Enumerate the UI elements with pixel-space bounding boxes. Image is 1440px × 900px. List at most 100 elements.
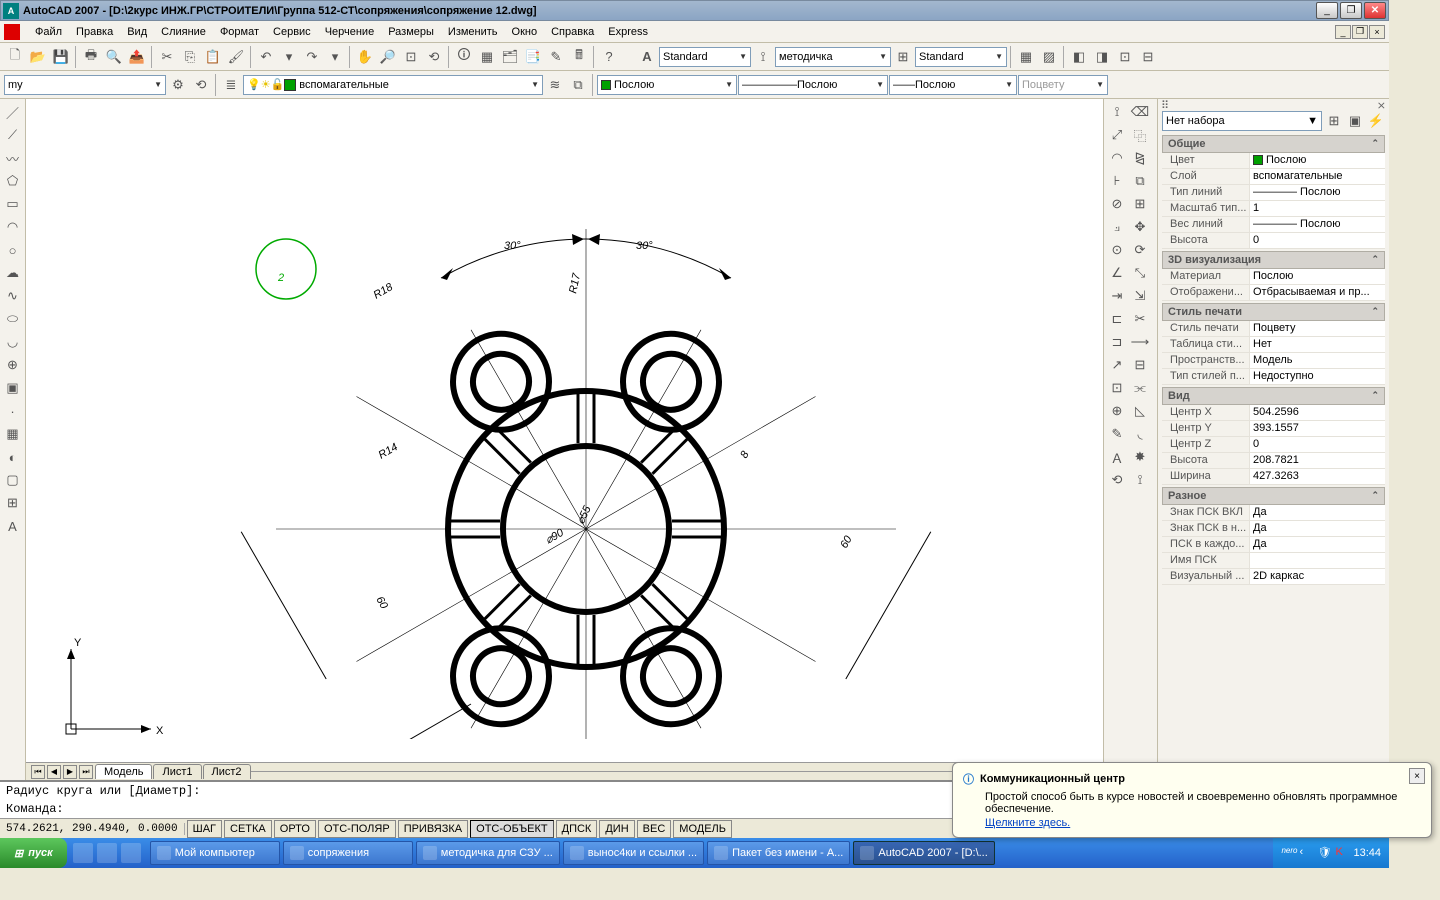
- tpalette-icon[interactable]: 🗂: [499, 46, 521, 68]
- maximize-button[interactable]: ❐: [1340, 2, 1362, 19]
- redo-dd-icon[interactable]: ▾: [324, 46, 346, 68]
- drawing-canvas[interactable]: 30° 30° R18 R17 R14 ⌀90 ⌀55 60 60 8 ⌀20 …: [26, 99, 1103, 762]
- ql-desktop-icon[interactable]: [73, 843, 93, 863]
- prop-row[interactable]: Масштаб тип...1: [1162, 201, 1385, 217]
- tray-nero-icon[interactable]: nero: [1281, 846, 1295, 860]
- layerprev-icon[interactable]: ⟲: [190, 74, 212, 96]
- dimtedit-icon[interactable]: Ａ: [1106, 446, 1128, 468]
- ql-media-icon[interactable]: [121, 843, 141, 863]
- copy-mod-icon[interactable]: ⿻: [1129, 124, 1151, 146]
- selection-combo[interactable]: Нет набора▼: [1162, 111, 1322, 131]
- dimstyle-icon[interactable]: ⟟: [752, 46, 774, 68]
- zoom-win-icon[interactable]: ⊡: [400, 46, 422, 68]
- undo-icon[interactable]: ↶: [255, 46, 277, 68]
- table-icon[interactable]: ⊞: [2, 492, 24, 514]
- dimalign-icon[interactable]: ⤢: [1106, 124, 1128, 146]
- ql-ie-icon[interactable]: [97, 843, 117, 863]
- prop-row[interactable]: Отображени...Отбрасываемая и пр...: [1162, 285, 1385, 301]
- status-ОТС-ОБЪЕКТ[interactable]: ОТС-ОБЪЕКТ: [470, 820, 553, 838]
- polygon-icon[interactable]: ⬠: [2, 170, 24, 192]
- linetype-combo[interactable]: ————— Послою▼: [738, 75, 888, 95]
- menu-правка[interactable]: Правка: [69, 23, 120, 41]
- block-icon[interactable]: ▣: [2, 377, 24, 399]
- textstyle-icon[interactable]: A: [636, 46, 658, 68]
- tb-ico-f[interactable]: ⊟: [1137, 46, 1159, 68]
- ellipsearc-icon[interactable]: ◡: [2, 331, 24, 353]
- task-item[interactable]: AutoCAD 2007 - [D:\...: [853, 841, 994, 865]
- mtext-icon[interactable]: A: [2, 515, 24, 537]
- status-ОТС-ПОЛЯР[interactable]: ОТС-ПОЛЯР: [318, 820, 396, 838]
- center-icon[interactable]: ⊕: [1106, 400, 1128, 422]
- copy-icon[interactable]: ⎘: [179, 46, 201, 68]
- zoom-prev-icon[interactable]: ⟲: [423, 46, 445, 68]
- textstyle-combo[interactable]: Standard▼: [659, 47, 751, 67]
- menu-формат[interactable]: Формат: [213, 23, 266, 41]
- prop-row[interactable]: Визуальный ...2D каркас: [1162, 569, 1385, 585]
- qdim-icon[interactable]: ⇥: [1106, 285, 1128, 307]
- status-ПРИВЯЗКА[interactable]: ПРИВЯЗКА: [398, 820, 468, 838]
- move-icon[interactable]: ✥: [1129, 216, 1151, 238]
- tab-nav-2[interactable]: ▶: [63, 765, 77, 779]
- insert-icon[interactable]: ⊕: [2, 354, 24, 376]
- prop-section-header[interactable]: Вид⌃: [1162, 387, 1385, 405]
- prop-row[interactable]: Высота0: [1162, 233, 1385, 249]
- layout-tab-Модель[interactable]: Модель: [95, 764, 152, 779]
- region-icon[interactable]: ▢: [2, 469, 24, 491]
- menu-файл[interactable]: Файл: [28, 23, 69, 41]
- status-МОДЕЛЬ[interactable]: МОДЕЛЬ: [673, 820, 732, 838]
- dcenter-icon[interactable]: ▦: [476, 46, 498, 68]
- panel-close-icon[interactable]: ⨯: [1377, 99, 1386, 107]
- new-icon[interactable]: 🗋: [4, 46, 26, 68]
- erase-icon[interactable]: ⌫: [1129, 101, 1151, 123]
- menu-размеры[interactable]: Размеры: [381, 23, 441, 41]
- dimcont-icon[interactable]: ⊐: [1106, 331, 1128, 353]
- menu-express[interactable]: Express: [601, 23, 655, 41]
- task-item[interactable]: методичка для СЗУ ...: [416, 841, 560, 865]
- prop-row[interactable]: Слойвспомагательные: [1162, 169, 1385, 185]
- prop-section-header[interactable]: Стиль печати⌃: [1162, 303, 1385, 321]
- status-ВЕС[interactable]: ВЕС: [637, 820, 672, 838]
- open-icon[interactable]: 📂: [27, 46, 49, 68]
- prop-row[interactable]: Вес линий———— Послою: [1162, 217, 1385, 233]
- tray-chevron-icon[interactable]: ‹: [1299, 846, 1313, 860]
- prop-row[interactable]: ЦветПослою: [1162, 153, 1385, 169]
- pickadd-icon[interactable]: ⊞: [1325, 112, 1343, 130]
- match-icon[interactable]: 🖌: [225, 46, 247, 68]
- start-button[interactable]: ⊞ пуск: [0, 838, 67, 868]
- prop-row[interactable]: Центр Z0: [1162, 437, 1385, 453]
- gradient-icon[interactable]: ◐: [2, 446, 24, 468]
- scale-icon[interactable]: ⤡: [1129, 262, 1151, 284]
- menu-вид[interactable]: Вид: [120, 23, 154, 41]
- tb-ico-e[interactable]: ⊡: [1114, 46, 1136, 68]
- task-item[interactable]: вынос4ки и ссылки ...: [563, 841, 704, 865]
- redo-icon[interactable]: ↷: [301, 46, 323, 68]
- array-icon[interactable]: ⊞: [1129, 193, 1151, 215]
- tablestyle-icon[interactable]: ⊞: [892, 46, 914, 68]
- break-icon[interactable]: ⊟: [1129, 354, 1151, 376]
- plotstyle-combo[interactable]: Поцвету▼: [1018, 75, 1108, 95]
- task-item[interactable]: Пакет без имени - A...: [707, 841, 850, 865]
- tab-nav-1[interactable]: ◀: [47, 765, 61, 779]
- offset-icon[interactable]: ⧉: [1129, 170, 1151, 192]
- hatch-icon[interactable]: ▦: [2, 423, 24, 445]
- dimang-icon[interactable]: ∠: [1106, 262, 1128, 284]
- dimarc-icon[interactable]: ◠: [1106, 147, 1128, 169]
- tab-nav-0[interactable]: ⏮: [31, 765, 45, 779]
- popup-close-button[interactable]: ×: [1409, 768, 1425, 784]
- clock[interactable]: 13:44: [1353, 847, 1381, 859]
- fillet-icon[interactable]: ◟: [1129, 423, 1151, 445]
- plot-icon[interactable]: 🖶: [80, 46, 102, 68]
- prop-section-header[interactable]: Общие⌃: [1162, 135, 1385, 153]
- layout-tab-Лист1[interactable]: Лист1: [153, 764, 201, 779]
- task-item[interactable]: сопряжения: [283, 841, 413, 865]
- undo-dd-icon[interactable]: ▾: [278, 46, 300, 68]
- minimize-button[interactable]: _: [1316, 2, 1338, 19]
- prop-section-header[interactable]: Разное⌃: [1162, 487, 1385, 505]
- dimupdate-icon[interactable]: ⟲: [1106, 469, 1128, 491]
- rotate-icon[interactable]: ⟳: [1129, 239, 1151, 261]
- menu-черчение[interactable]: Черчение: [318, 23, 382, 41]
- popup-link[interactable]: Щелкните здесь.: [985, 817, 1421, 829]
- tb-ico-d[interactable]: ◨: [1091, 46, 1113, 68]
- prop-row[interactable]: Знак ПСК в н...Да: [1162, 521, 1385, 537]
- props-icon[interactable]: 🛈: [453, 46, 475, 68]
